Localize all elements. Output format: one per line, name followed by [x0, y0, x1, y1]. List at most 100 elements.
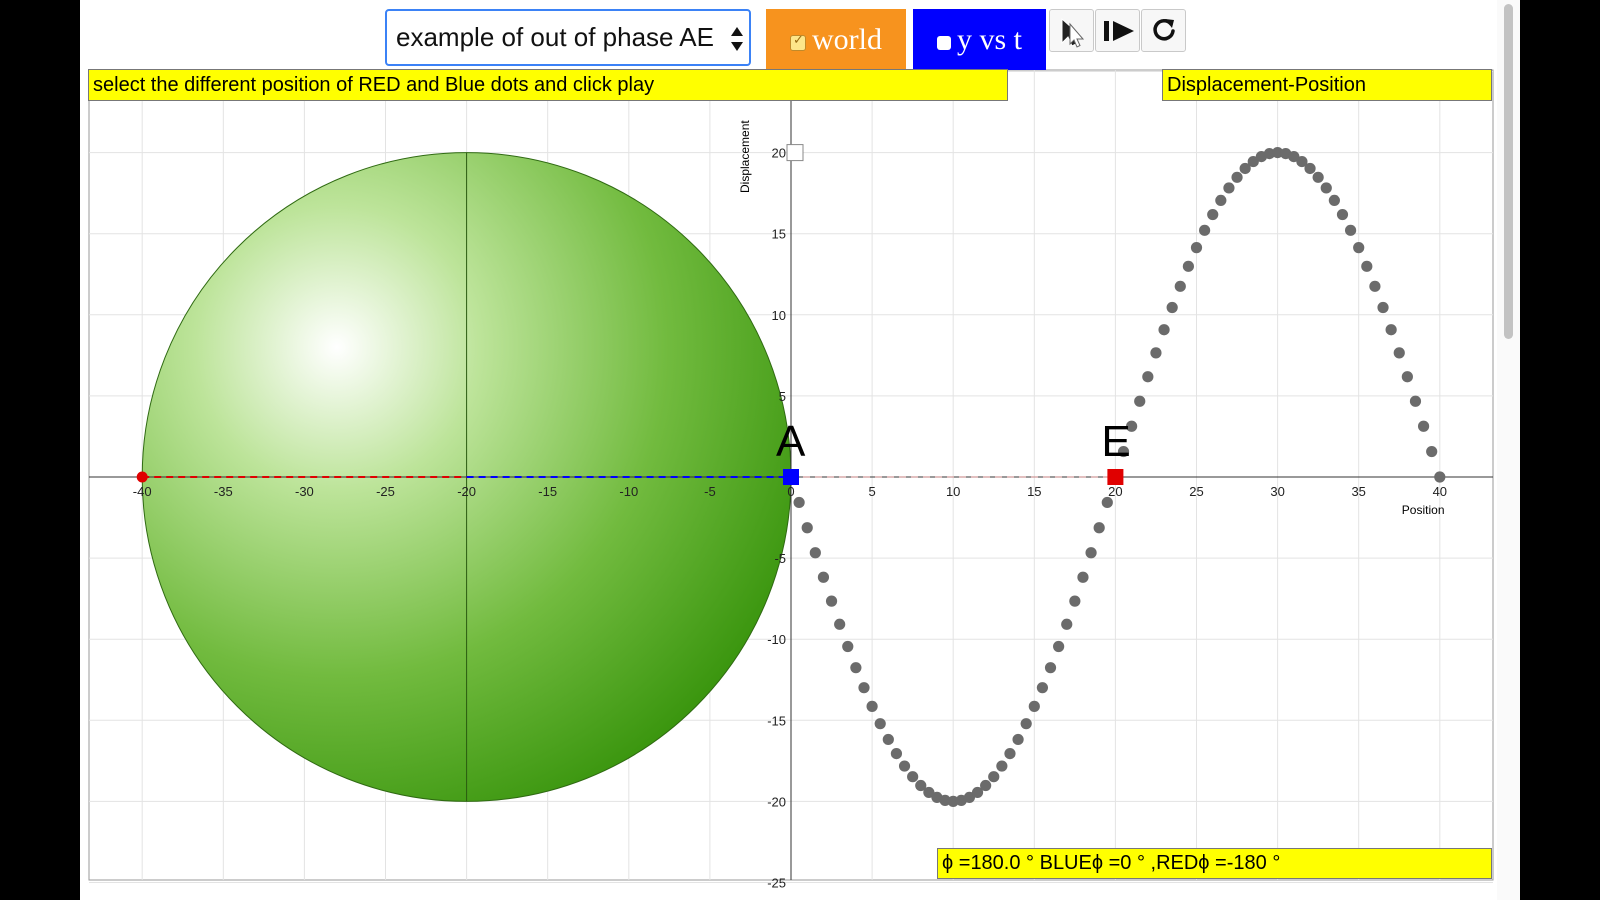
wave-point	[980, 779, 992, 792]
red-dot-marker[interactable]	[136, 471, 148, 483]
wave-point	[1199, 224, 1211, 236]
wave-point	[890, 747, 903, 760]
x-tick-label: 40	[1433, 484, 1447, 499]
wave-point	[1093, 522, 1105, 534]
wave-point	[866, 700, 878, 712]
wave-point	[801, 522, 813, 534]
wave-point	[874, 718, 886, 730]
phase-readout-banner: ϕ =180.0 ° BLUEϕ =0 ° ,REDϕ =-180 °	[937, 848, 1492, 879]
small-square-marker[interactable]	[786, 144, 804, 162]
wave-point	[1353, 242, 1365, 254]
wave-point	[793, 496, 805, 509]
reset-icon	[1153, 19, 1175, 41]
x-tick-label: 0	[787, 484, 794, 499]
x-tick-label: -20	[457, 484, 476, 499]
instruction-banner: select the different position of RED and…	[88, 69, 1008, 101]
x-tick-label: -35	[214, 484, 233, 499]
wave-point	[1223, 182, 1235, 194]
reset-button[interactable]	[1141, 9, 1186, 52]
wave-point	[1061, 618, 1073, 630]
wave-point	[882, 733, 894, 746]
x-tick-label: -40	[133, 484, 152, 499]
wave-point	[1369, 280, 1381, 292]
wave-point	[1320, 182, 1332, 194]
world-checkbox[interactable]	[790, 33, 806, 51]
instruction-text: select the different position of RED and…	[93, 73, 655, 96]
x-tick-label: 25	[1189, 484, 1203, 499]
graph-title-text: Displacement-Position	[1167, 73, 1366, 96]
x-tick-label: -5	[704, 484, 716, 499]
point-e-label: E	[1101, 417, 1131, 466]
y-tick-label: -25	[767, 876, 786, 891]
wave-point	[1336, 208, 1349, 221]
x-tick-label: -10	[619, 484, 638, 499]
wave-point	[1069, 595, 1081, 607]
wave-point	[996, 760, 1008, 772]
scrollbar-thumb[interactable]	[1504, 4, 1513, 339]
wave-point	[1393, 347, 1405, 359]
x-tick-label: 35	[1351, 484, 1365, 499]
play-step-icon	[1104, 21, 1134, 41]
wave-point	[1312, 171, 1324, 183]
world-button-label: world	[812, 22, 882, 56]
world-toggle-button[interactable]: world	[766, 9, 906, 70]
wave-point	[1174, 280, 1186, 292]
wave-point	[1134, 395, 1146, 407]
wave-point	[1215, 194, 1227, 207]
y-tick-label: 5	[779, 389, 786, 404]
wave-point	[1036, 682, 1049, 694]
x-tick-label: -15	[538, 484, 557, 499]
y-tick-label: -15	[767, 713, 786, 728]
wave-point	[898, 760, 911, 772]
point-a-label: A	[776, 417, 806, 466]
wave-point	[1426, 445, 1438, 458]
x-tick-label: -25	[376, 484, 395, 499]
app-window: -40 -35 -30 -25 -20 -15 -10 -5 0 5 10 15 20 25 30 35 40 2…	[80, 0, 1520, 900]
wave-point	[842, 640, 854, 653]
wave-point	[1401, 371, 1413, 383]
wave-point	[858, 682, 870, 694]
y-tick-label: -10	[767, 632, 786, 647]
wave-point	[1158, 324, 1170, 336]
wave-point	[1044, 662, 1057, 674]
wave-point	[1434, 471, 1446, 483]
wave-point	[1166, 301, 1178, 314]
wave-point	[1344, 224, 1357, 236]
phase-readout-text: ϕ =180.0 ° BLUEϕ =0 ° ,REDϕ =-180 °	[942, 852, 1281, 874]
x-tick-label: 5	[868, 484, 875, 499]
y-vs-t-toggle-button[interactable]: y vs t	[913, 9, 1046, 70]
marker-a[interactable]	[783, 469, 799, 485]
wave-point	[1409, 395, 1422, 407]
y-tick-label: -5	[774, 551, 786, 566]
wave-point	[1150, 347, 1162, 359]
wave-point	[850, 662, 862, 674]
wave-point	[1101, 496, 1113, 509]
y-tick-label: 15	[772, 227, 786, 242]
x-tick-label: 15	[1027, 484, 1041, 499]
wave-point	[1190, 242, 1203, 254]
wave-point	[1142, 371, 1154, 383]
wave-point	[1231, 171, 1243, 183]
play-step-button[interactable]	[1095, 9, 1140, 52]
wave-point	[1304, 162, 1316, 175]
wave-point	[1012, 733, 1024, 746]
wave-point	[1417, 420, 1430, 432]
y-tick-label: 10	[772, 308, 786, 323]
wave-point	[1361, 260, 1373, 272]
x-tick-label: 20	[1108, 484, 1122, 499]
example-select[interactable]: example of out of phase AE	[385, 9, 751, 66]
wave-point	[1207, 208, 1219, 221]
y-axis-label: Displacement	[738, 120, 752, 193]
pointer-icon	[1061, 17, 1085, 48]
y-tick-label: -20	[767, 794, 786, 809]
wave-point	[1028, 700, 1040, 712]
x-axis-label: Position	[1402, 503, 1445, 517]
wave-point	[1328, 194, 1340, 207]
y-vs-t-button-label: y vs t	[956, 22, 1022, 56]
pointer-tool-button[interactable]	[1049, 9, 1094, 52]
wave-point	[988, 771, 1000, 783]
marker-e[interactable]	[1107, 469, 1124, 485]
y-vs-t-checkbox[interactable]	[936, 35, 951, 50]
x-tick-label: -30	[295, 484, 314, 499]
x-tick-label: 10	[946, 484, 960, 499]
